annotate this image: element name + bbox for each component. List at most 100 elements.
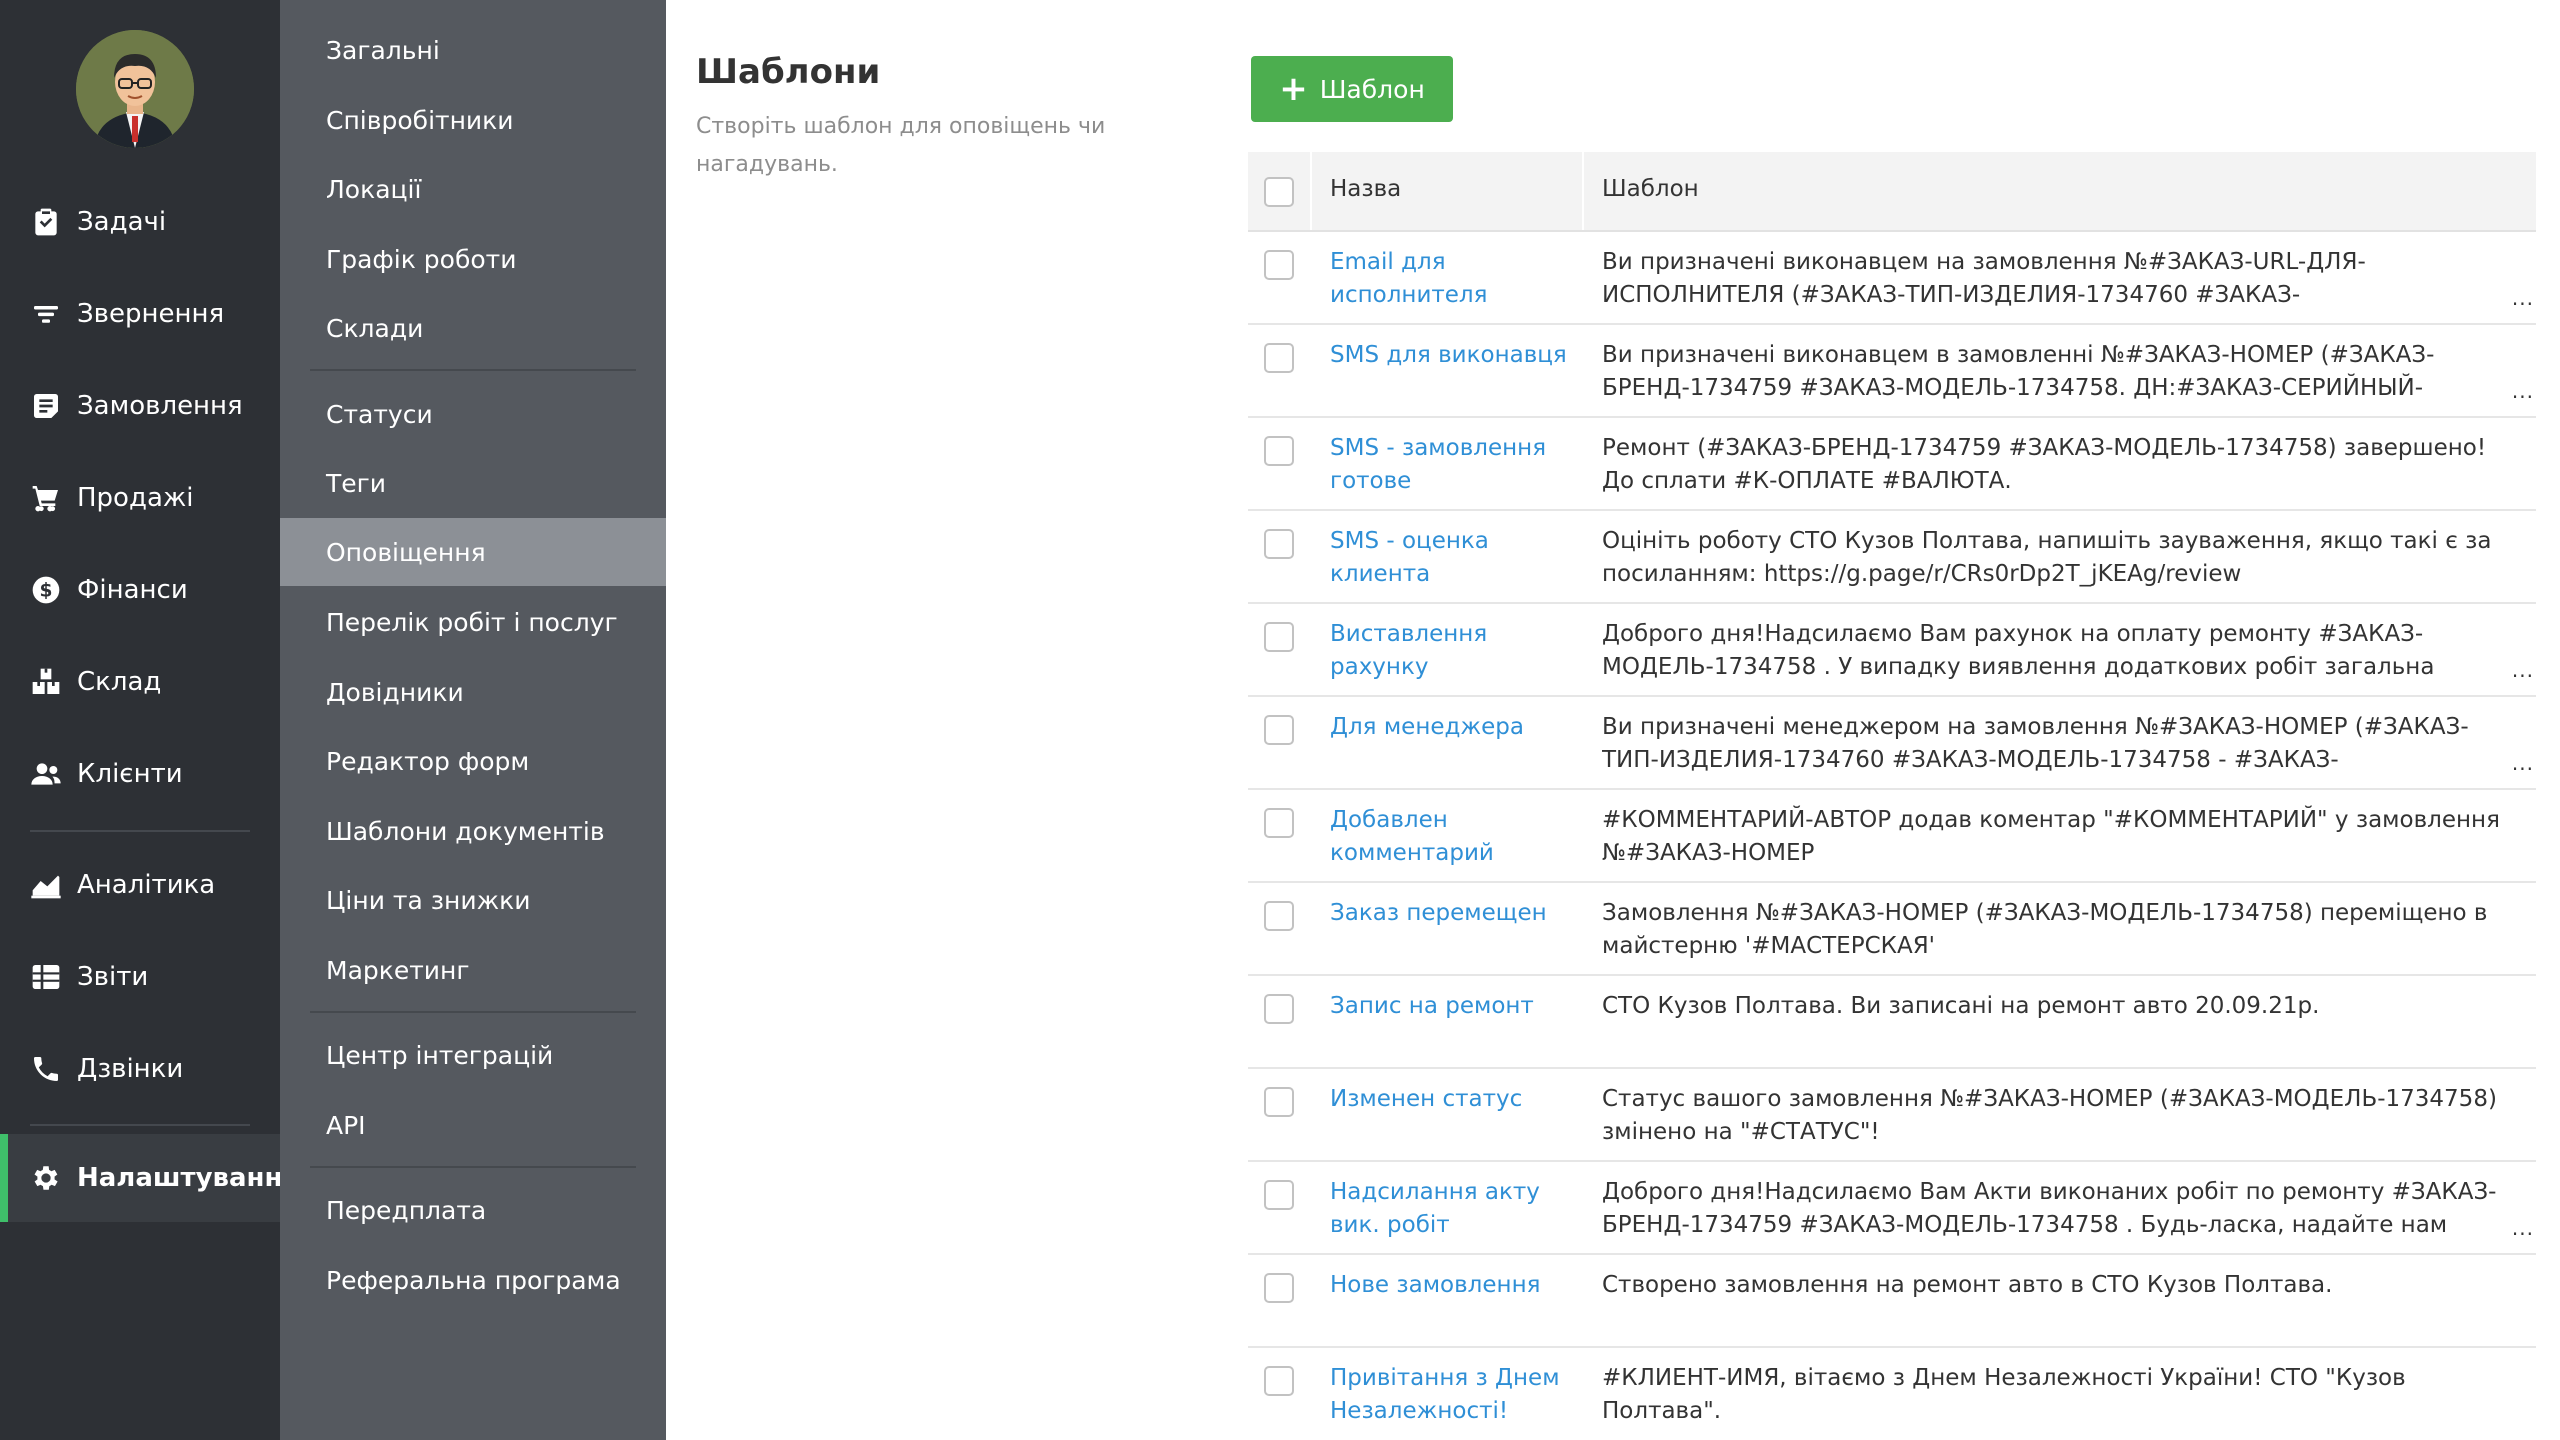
template-name-link[interactable]: Для менеджера (1330, 714, 1524, 740)
row-checkbox[interactable] (1264, 1180, 1294, 1210)
nav-item-orders[interactable]: Замовлення (0, 362, 280, 450)
settings-item-referral[interactable]: Реферальна програма (280, 1246, 666, 1314)
template-text: #КЛИЕНТ-ИМЯ, вітаємо з Днем Незалежності… (1602, 1365, 2406, 1424)
table-row: SMS - оценка клиента Оцініть роботу СТО К… (1248, 511, 2536, 604)
template-name-cell: Привітання з Днем Незалежності! (1312, 1348, 1584, 1440)
row-checkbox-cell (1248, 232, 1312, 323)
truncation-ellipsis: ... (2511, 286, 2534, 310)
template-text: Доброго дня!Надсилаємо Вам Акти виконани… (1602, 1179, 2497, 1238)
settings-item-tags[interactable]: Теги (280, 449, 666, 517)
settings-divider (310, 369, 636, 371)
template-text-cell: Ви призначені виконавцем в замовленні №#… (1584, 325, 2536, 416)
row-checkbox[interactable] (1264, 1273, 1294, 1303)
settings-item-notifications[interactable]: Оповіщення (280, 518, 666, 586)
template-text-cell: Оцініть роботу СТО Кузов Полтава, напиші… (1584, 511, 2536, 602)
settings-item-subscription[interactable]: Передплата (280, 1176, 666, 1244)
settings-item-references[interactable]: Довідники (280, 658, 666, 726)
settings-item-label: Склади (326, 313, 424, 343)
template-name-link[interactable]: Надсилання акту вик. робіт (1330, 1179, 1540, 1238)
template-name-link[interactable]: SMS - оценка клиента (1330, 528, 1489, 587)
settings-item-services[interactable]: Перелік робіт і послуг (280, 588, 666, 656)
dollar-circle-icon: $ (30, 574, 62, 606)
settings-item-form-editor[interactable]: Редактор форм (280, 727, 666, 795)
settings-item-api[interactable]: API (280, 1091, 666, 1159)
cart-icon (30, 482, 62, 514)
add-template-button[interactable]: + Шаблон (1251, 56, 1453, 122)
nav-item-requests[interactable]: Звернення (0, 270, 280, 358)
nav-item-sales[interactable]: Продажі (0, 454, 280, 542)
nav-item-reports[interactable]: Звіти (0, 933, 280, 1021)
settings-item-statuses[interactable]: Статуси (280, 380, 666, 448)
settings-item-label: Оповіщення (326, 537, 486, 567)
page-title: Шаблони (696, 52, 881, 92)
nav-item-tasks[interactable]: Задачі (0, 178, 280, 266)
avatar[interactable] (76, 30, 194, 148)
truncation-ellipsis: ... (2511, 658, 2534, 682)
template-name-link[interactable]: Email для исполнителя (1330, 249, 1487, 308)
nav-item-analytics[interactable]: Аналітика (0, 841, 280, 929)
template-name-link[interactable]: Нове замовлення (1330, 1272, 1540, 1298)
template-text-cell: Замовлення №#ЗАКАЗ-НОМЕР (#ЗАКАЗ-МОДЕЛЬ-… (1584, 883, 2536, 974)
row-checkbox[interactable] (1264, 343, 1294, 373)
nav-item-calls[interactable]: Дзвінки (0, 1025, 280, 1113)
column-header-template[interactable]: Шаблон (1584, 152, 2536, 230)
nav-item-label: Звіти (77, 962, 149, 992)
nav-item-settings[interactable]: Налаштування (0, 1134, 299, 1222)
settings-item-schedule[interactable]: Графік роботи (280, 225, 666, 293)
nav-item-label: Звернення (77, 299, 225, 329)
template-text-cell: Доброго дня!Надсилаємо Вам рахунок на оп… (1584, 604, 2536, 695)
row-checkbox[interactable] (1264, 250, 1294, 280)
settings-item-general[interactable]: Загальні (280, 16, 666, 84)
template-name-link[interactable]: Заказ перемещен (1330, 900, 1547, 926)
row-checkbox[interactable] (1264, 436, 1294, 466)
settings-item-locations[interactable]: Локації (280, 155, 666, 223)
template-name-link[interactable]: Запис на ремонт (1330, 993, 1534, 1019)
template-name-link[interactable]: Привітання з Днем Незалежності! (1330, 1365, 1560, 1424)
select-all-checkbox[interactable] (1264, 177, 1294, 207)
row-checkbox[interactable] (1264, 994, 1294, 1024)
template-text: СТО Кузов Полтава. Ви записані на ремонт… (1602, 993, 2320, 1019)
row-checkbox[interactable] (1264, 1366, 1294, 1396)
row-checkbox[interactable] (1264, 1087, 1294, 1117)
template-name-link[interactable]: SMS - замовлення готове (1330, 435, 1546, 494)
row-checkbox-cell (1248, 418, 1312, 509)
settings-item-employees[interactable]: Співробітники (280, 86, 666, 154)
template-text-cell: Доброго дня!Надсилаємо Вам Акти виконани… (1584, 1162, 2536, 1253)
template-text-cell: СТО Кузов Полтава. Ви записані на ремонт… (1584, 976, 2536, 1067)
settings-item-integrations[interactable]: Центр інтеграцій (280, 1021, 666, 1089)
settings-item-document-templates[interactable]: Шаблони документів (280, 797, 666, 865)
nav-item-warehouse[interactable]: Склад (0, 638, 280, 726)
row-checkbox-cell (1248, 1069, 1312, 1160)
header-checkbox-cell (1248, 152, 1312, 230)
settings-item-label: Ціни та знижки (326, 885, 531, 915)
settings-item-label: Довідники (326, 677, 464, 707)
row-checkbox-cell (1248, 790, 1312, 881)
settings-item-marketing[interactable]: Маркетинг (280, 936, 666, 1004)
row-checkbox[interactable] (1264, 901, 1294, 931)
table-row: Запис на ремонт СТО Кузов Полтава. Ви зап… (1248, 976, 2536, 1069)
template-name-link[interactable]: SMS для виконавця (1330, 342, 1567, 368)
column-header-name[interactable]: Назва (1312, 152, 1584, 230)
template-name-cell: Для менеджера (1312, 697, 1584, 788)
template-name-link[interactable]: Добавлен комментарий (1330, 807, 1494, 866)
nav-item-label: Задачі (77, 207, 167, 237)
row-checkbox[interactable] (1264, 622, 1294, 652)
settings-item-warehouses[interactable]: Склади (280, 294, 666, 362)
row-checkbox[interactable] (1264, 808, 1294, 838)
settings-item-prices[interactable]: Ціни та знижки (280, 866, 666, 934)
template-name-link[interactable]: Изменен статус (1330, 1086, 1522, 1112)
nav-item-clients[interactable]: Клієнти (0, 730, 280, 818)
report-list-icon (30, 961, 62, 993)
row-checkbox[interactable] (1264, 715, 1294, 745)
clipboard-check-icon (30, 206, 62, 238)
area-chart-icon (30, 869, 62, 901)
table-row: Для менеджера Ви призначені менеджером на… (1248, 697, 2536, 790)
nav-item-finance[interactable]: $ Фінанси (0, 546, 280, 634)
template-name-cell: Добавлен комментарий (1312, 790, 1584, 881)
table-row: Надсилання акту вик. робіт Доброго дня!На… (1248, 1162, 2536, 1255)
truncation-ellipsis: ... (2511, 1216, 2534, 1240)
templates-table: Назва Шаблон Email для исполнителя Ви при… (1248, 152, 2536, 1440)
boxes-icon (30, 666, 62, 698)
row-checkbox[interactable] (1264, 529, 1294, 559)
template-name-link[interactable]: Виставлення рахунку (1330, 621, 1487, 680)
